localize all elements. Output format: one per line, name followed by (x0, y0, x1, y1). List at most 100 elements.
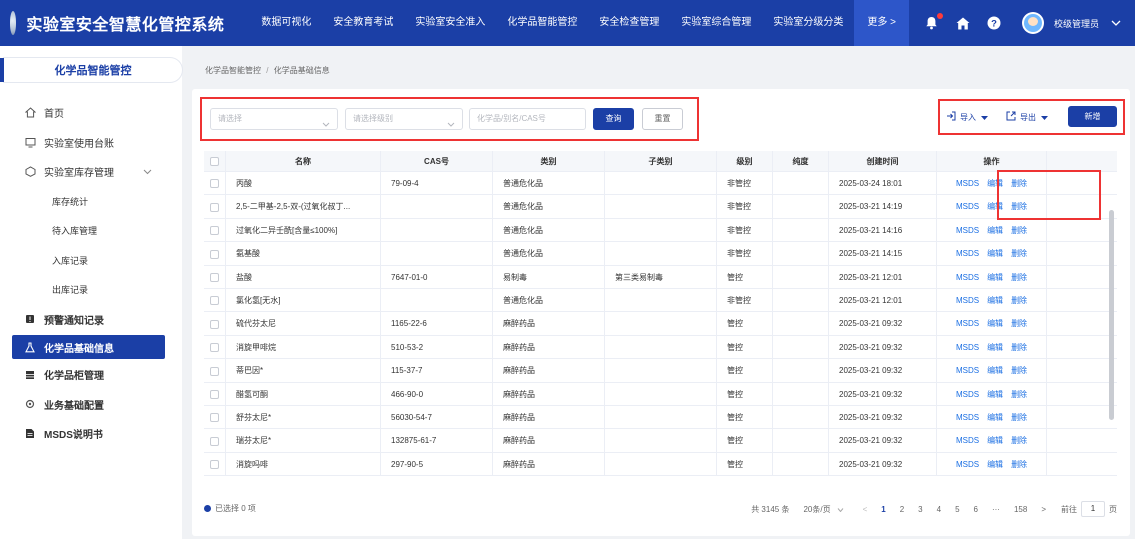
table-row[interactable]: 丙酸 79-09-4 普通危化品 非管控 2025-03-24 18:01 MSDS 编辑删… (204, 172, 1117, 196)
delete-link[interactable]: 删除 (1011, 226, 1027, 235)
row-checkbox[interactable] (204, 242, 226, 265)
sidebar-item-cabinet[interactable]: 化学品柜管理 (0, 360, 182, 390)
page-number-button[interactable]: 4 (937, 505, 941, 514)
select-all-checkbox[interactable] (204, 151, 226, 171)
nav-item[interactable]: 实验室安全准入 (404, 0, 496, 46)
table-row[interactable]: 硫代芬太尼 1165-22-6 麻醉药品 管控 2025-03-21 09:32 MSDS… (204, 312, 1117, 336)
sidebar-item-msds[interactable]: MSDS说明书 (0, 419, 182, 449)
msds-link[interactable]: MSDS (956, 179, 979, 188)
sidebar-subitem-pending-inbound[interactable]: 待入库管理 (0, 216, 182, 246)
row-checkbox[interactable] (204, 218, 226, 242)
edit-link[interactable]: 编辑 (987, 390, 1003, 399)
msds-link[interactable]: MSDS (956, 273, 979, 282)
delete-link[interactable]: 删除 (1011, 296, 1027, 305)
table-row[interactable]: 盐酸 7647-01-0 易制毒 第三类易制毒 管控 2025-03-21 12:01 MS… (204, 265, 1117, 289)
table-row[interactable]: 2,5-二甲基-2,5-双-(过氧化叔丁... 普通危化品 非管控 2025-03-2… (204, 195, 1117, 219)
msds-link[interactable]: MSDS (956, 202, 979, 211)
table-row[interactable]: 舒芬太尼* 56030-54-7 麻醉药品 管控 2025-03-21 09:32 MSD… (204, 405, 1117, 430)
edit-link[interactable]: 编辑 (987, 413, 1003, 422)
table-row[interactable]: 瑞芬太尼* 132875-61-7 麻醉药品 管控 2025-03-21 09:32 MS… (204, 429, 1117, 453)
row-checkbox[interactable] (204, 359, 226, 382)
delete-link[interactable]: 删除 (1011, 436, 1027, 445)
sidebar-subitem-outbound-records[interactable]: 出库记录 (0, 275, 182, 305)
page-number-button[interactable]: 2 (900, 505, 904, 514)
msds-link[interactable]: MSDS (956, 413, 979, 422)
goto-page-input[interactable]: 1 (1081, 501, 1105, 517)
table-row[interactable]: 消旋甲啡烷 510-53-2 麻醉药品 管控 2025-03-21 09:32 MSDS 编… (204, 335, 1117, 360)
import-button[interactable]: 导入 (946, 111, 988, 123)
row-checkbox[interactable] (204, 335, 226, 359)
delete-link[interactable]: 删除 (1011, 390, 1027, 399)
msds-link[interactable]: MSDS (956, 460, 979, 469)
row-checkbox[interactable] (204, 452, 226, 476)
nav-item[interactable]: 安全教育考试 (322, 0, 404, 46)
delete-link[interactable]: 删除 (1011, 249, 1027, 258)
sidebar-item-lab-ledger[interactable]: 实验室使用台账 (0, 128, 182, 158)
nav-item[interactable]: 实验室综合管理 (670, 0, 762, 46)
row-checkbox[interactable] (204, 312, 226, 335)
page-number-button[interactable]: 6 (974, 505, 978, 514)
delete-link[interactable]: 删除 (1011, 413, 1027, 422)
query-button[interactable]: 查询 (593, 108, 634, 130)
msds-link[interactable]: MSDS (956, 296, 979, 305)
sidebar-subitem-stock-stats[interactable]: 库存统计 (0, 187, 182, 217)
msds-link[interactable]: MSDS (956, 436, 979, 445)
sidebar-header[interactable]: 化学品智能管控 (0, 58, 182, 82)
nav-more-button[interactable]: 更多 > (854, 0, 909, 46)
next-page-button[interactable]: > (1041, 505, 1046, 514)
sidebar-item-inventory[interactable]: 实验室库存管理 (0, 157, 182, 187)
edit-link[interactable]: 编辑 (987, 436, 1003, 445)
nav-item[interactable]: 化学品智能管控 (496, 0, 588, 46)
bell-icon[interactable] (924, 13, 943, 31)
help-icon[interactable]: ? (986, 15, 1002, 31)
delete-link[interactable]: 删除 (1011, 319, 1027, 328)
table-row[interactable]: 醋氢可酮 466-90-0 麻醉药品 管控 2025-03-21 09:32 MSDS 编辑… (204, 382, 1117, 406)
edit-link[interactable]: 编辑 (987, 366, 1003, 375)
delete-link[interactable]: 删除 (1011, 343, 1027, 352)
sidebar-item-home[interactable]: 首页 (0, 98, 182, 128)
prev-page-button[interactable]: < (863, 505, 868, 514)
nav-item[interactable]: 数据可视化 (250, 0, 322, 46)
home-icon[interactable] (955, 15, 971, 31)
page-number-button[interactable]: 1 (881, 505, 885, 514)
msds-link[interactable]: MSDS (956, 366, 979, 375)
username[interactable]: 校级管理员 (1054, 17, 1099, 30)
add-button[interactable]: 新增 (1068, 106, 1117, 127)
last-page-button[interactable]: 158 (1014, 505, 1027, 514)
row-checkbox[interactable] (204, 288, 226, 312)
search-input[interactable]: 化学品/别名/CAS号 (469, 108, 586, 130)
row-checkbox[interactable] (204, 405, 226, 429)
row-checkbox[interactable] (204, 265, 226, 288)
delete-link[interactable]: 删除 (1011, 273, 1027, 282)
level-select[interactable]: 请选择级别 (345, 108, 463, 130)
table-row[interactable]: 氨基酸 普通危化品 非管控 2025-03-21 14:15 MSDS 编辑 删除 (204, 242, 1117, 266)
breadcrumb-parent[interactable]: 化学品智能管控 (205, 66, 261, 75)
msds-link[interactable]: MSDS (956, 319, 979, 328)
table-scrollbar[interactable] (1109, 210, 1114, 420)
export-button[interactable]: 导出 (1006, 111, 1048, 123)
row-checkbox[interactable] (204, 382, 226, 405)
nav-item[interactable]: 实验室分级分类 (762, 0, 854, 46)
category-select[interactable]: 请选择 (210, 108, 338, 130)
page-size-select[interactable]: 20条/页 (803, 504, 843, 515)
reset-button[interactable]: 重置 (642, 108, 683, 130)
page-number-button[interactable]: 5 (955, 505, 959, 514)
msds-link[interactable]: MSDS (956, 249, 979, 258)
edit-link[interactable]: 编辑 (987, 249, 1003, 258)
row-checkbox[interactable] (204, 429, 226, 452)
delete-link[interactable]: 删除 (1011, 366, 1027, 375)
delete-link[interactable]: 删除 (1011, 460, 1027, 469)
msds-link[interactable]: MSDS (956, 390, 979, 399)
table-row[interactable]: 过氧化二异壬酰[含量≤100%] 普通危化品 非管控 2025-03-21 14:16… (204, 218, 1117, 243)
row-checkbox[interactable] (204, 172, 226, 195)
msds-link[interactable]: MSDS (956, 343, 979, 352)
sidebar-item-business-config[interactable]: 业务基础配置 (0, 390, 182, 420)
edit-link[interactable]: 编辑 (987, 296, 1003, 305)
chevron-down-icon[interactable] (1111, 18, 1121, 28)
edit-link[interactable]: 编辑 (987, 343, 1003, 352)
edit-link[interactable]: 编辑 (987, 460, 1003, 469)
table-row[interactable]: 氯化氢[无水] 普通危化品 非管控 2025-03-21 12:01 MSDS 编辑 删除 (204, 288, 1117, 313)
edit-link[interactable]: 编辑 (987, 273, 1003, 282)
nav-item[interactable]: 安全检查管理 (588, 0, 670, 46)
edit-link[interactable]: 编辑 (987, 226, 1003, 235)
